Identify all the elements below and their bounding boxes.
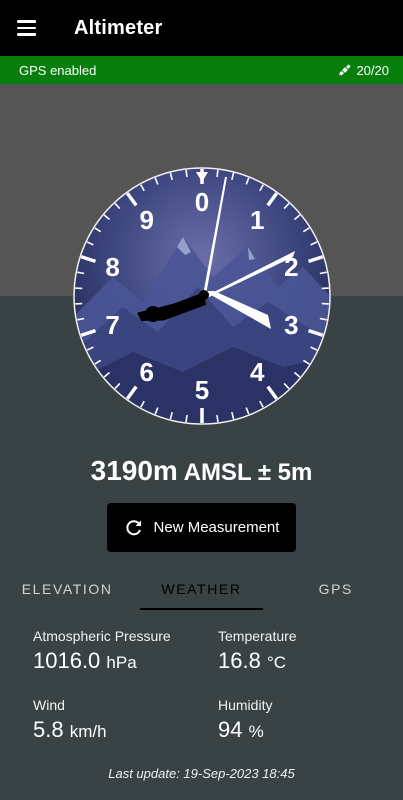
hamburger-menu-icon[interactable] [0, 0, 56, 56]
new-measurement-button[interactable]: New Measurement [107, 503, 296, 552]
dial-hub [199, 290, 209, 300]
app-title: Altimeter [74, 16, 163, 39]
dial-numeral: 8 [105, 252, 119, 282]
dial-numeral: 3 [284, 310, 298, 340]
altitude-suffix: AMSL ± 5m [177, 459, 313, 486]
minor-tick [185, 169, 188, 178]
tab-weather[interactable]: WEATHER [134, 568, 268, 610]
satellite-icon [339, 64, 352, 76]
pressure-unit: hPa [106, 653, 137, 672]
pressure-value: 1016.0 [33, 648, 101, 673]
pressure-value-row: 1016.0 hPa [33, 648, 171, 674]
wind-label: Wind [33, 697, 65, 713]
dial-numeral: 1 [250, 205, 264, 235]
app-bar: Altimeter [0, 0, 403, 56]
humidity-cell: Humidity 94 % [218, 697, 272, 743]
wind-value: 5.8 [33, 717, 64, 742]
dial-numeral: 7 [105, 310, 119, 340]
dial-numeral: 6 [140, 357, 154, 387]
temperature-cell: Temperature 16.8 °C [218, 628, 297, 674]
wind-unit: km/h [69, 722, 107, 741]
altitude-reading: 3190m AMSL ± 5m [0, 455, 403, 487]
humidity-value-row: 94 % [218, 717, 272, 743]
tab-elevation[interactable]: ELEVATION [0, 568, 134, 610]
dial-numeral: 4 [250, 357, 265, 387]
temperature-value: 16.8 [218, 648, 261, 673]
minor-tick [216, 169, 219, 178]
temperature-unit: °C [266, 653, 287, 672]
refresh-icon [125, 519, 141, 535]
wind-value-row: 5.8 km/h [33, 717, 107, 743]
tab-bar: ELEVATION WEATHER GPS [0, 568, 403, 610]
pressure-cell: Atmospheric Pressure 1016.0 hPa [33, 628, 171, 674]
dial-numeral: 0 [195, 187, 209, 217]
last-update: Last update: 19-Sep-2023 18:45 [108, 766, 295, 781]
satellite-count: 20/20 [338, 63, 389, 78]
dial-numeral: 9 [140, 205, 154, 235]
gps-status-text: GPS enabled [19, 62, 97, 78]
temperature-value-row: 16.8 °C [218, 648, 297, 674]
minor-tick [185, 414, 188, 423]
humidity-label: Humidity [218, 697, 273, 713]
tab-gps[interactable]: GPS [269, 568, 403, 610]
altimeter-dial: 0123456789 [73, 167, 331, 425]
dial-numeral: 5 [195, 375, 209, 405]
temperature-label: Temperature [218, 628, 297, 644]
humidity-value: 94 [218, 717, 243, 742]
pressure-label: Atmospheric Pressure [33, 628, 171, 644]
humidity-unit: % [248, 722, 264, 741]
new-measurement-label: New Measurement [153, 519, 280, 536]
satellite-count-text: 20/20 [356, 62, 389, 78]
altitude-value: 3190m [90, 455, 178, 486]
minor-tick [216, 414, 219, 423]
wind-cell: Wind 5.8 km/h [33, 697, 107, 743]
gps-status-bar: GPS enabled 20/20 [0, 56, 403, 84]
